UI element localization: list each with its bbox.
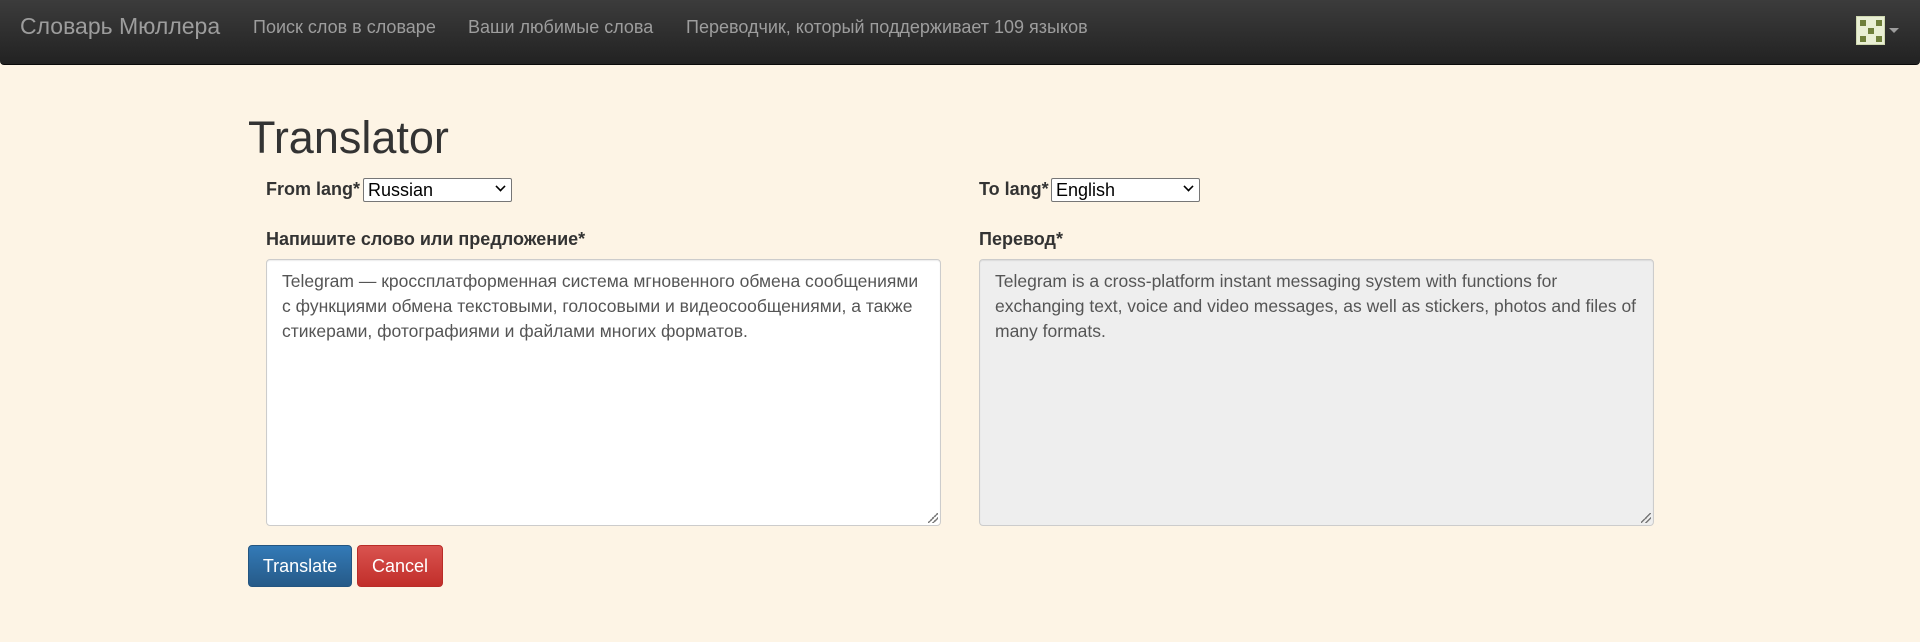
from-lang-selected: Russian xyxy=(368,180,434,200)
user-menu-caret-icon[interactable] xyxy=(1889,28,1899,33)
to-lang-label: To lang* xyxy=(979,179,1049,200)
from-lang-label: From lang* xyxy=(266,179,360,200)
translate-button[interactable]: Translate xyxy=(248,545,352,587)
nav-link-search[interactable]: Поиск слов в словаре xyxy=(253,17,436,38)
required-mark: * xyxy=(1041,179,1049,199)
from-lang-label-text: From lang xyxy=(266,179,354,199)
nav-link-favorites[interactable]: Ваши любимые слова xyxy=(468,17,653,38)
source-text-label: Напишите слово или предложение* xyxy=(266,229,586,249)
chevron-down-icon xyxy=(1183,181,1194,192)
cancel-button[interactable]: Cancel xyxy=(357,545,443,587)
from-lang-select[interactable]: Russian xyxy=(363,178,512,202)
nav-link-translator[interactable]: Переводчик, который поддерживает 109 язы… xyxy=(686,17,1088,38)
translation-textarea[interactable]: Telegram is a cross-platform instant mes… xyxy=(979,259,1654,526)
translation-text: Telegram is a cross-platform instant mes… xyxy=(995,271,1637,341)
to-lang-label-text: To lang xyxy=(979,179,1042,199)
resize-grip-icon[interactable] xyxy=(1641,513,1651,523)
required-mark: * xyxy=(353,179,361,199)
user-avatar-icon[interactable] xyxy=(1856,16,1885,45)
translation-label: Перевод* xyxy=(979,229,1063,249)
top-navbar: Словарь Мюллера Поиск слов в словаре Ваш… xyxy=(0,0,1920,65)
source-text: Telegram — кроссплатформенная система мг… xyxy=(282,271,919,341)
to-lang-select[interactable]: English xyxy=(1051,178,1200,202)
to-lang-selected: English xyxy=(1056,180,1116,200)
brand-link[interactable]: Словарь Мюллера xyxy=(20,13,220,40)
resize-grip-icon[interactable] xyxy=(928,513,938,523)
source-textarea[interactable]: Telegram — кроссплатформенная система мг… xyxy=(266,259,941,526)
chevron-down-icon xyxy=(495,181,506,192)
page-title: Translator xyxy=(248,112,449,163)
